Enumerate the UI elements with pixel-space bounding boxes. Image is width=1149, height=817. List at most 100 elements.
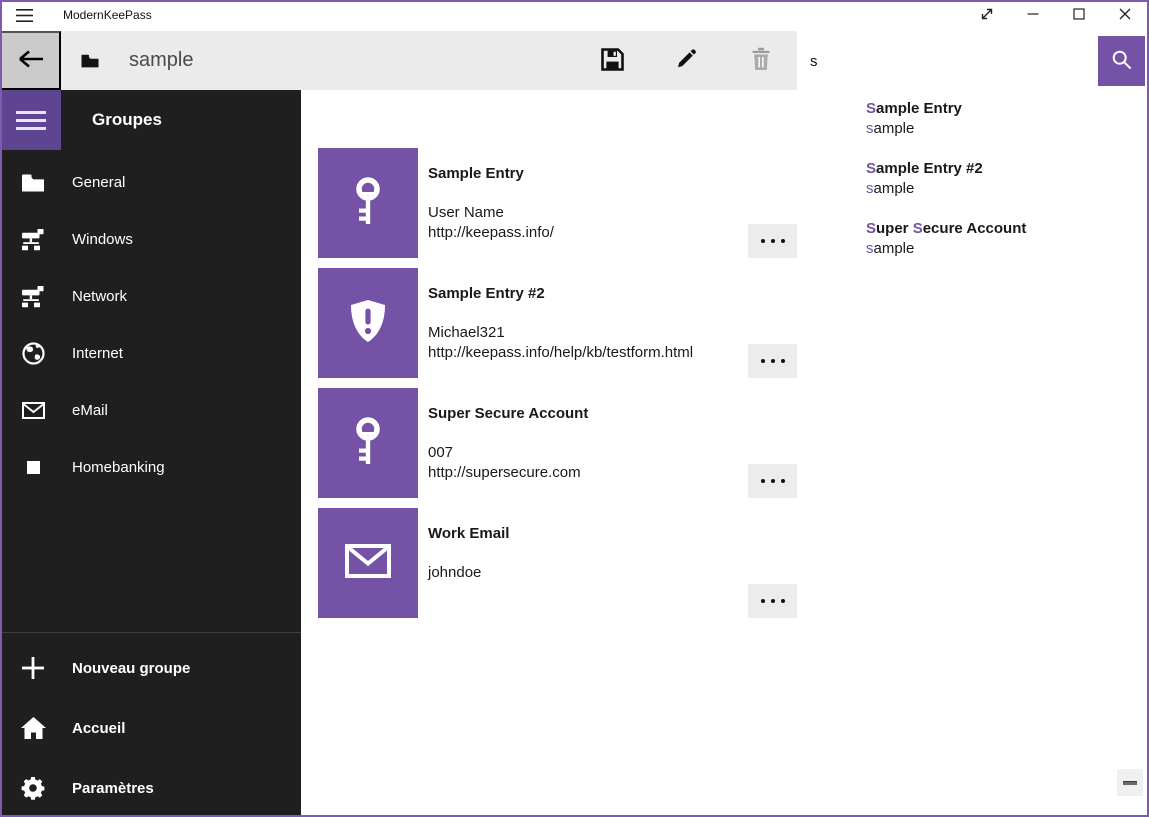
entry-username: 007 (428, 443, 581, 463)
folder-icon (20, 174, 46, 192)
entry-tile (318, 268, 418, 378)
entry-details: johndoe (428, 563, 481, 583)
entry-url: http://keepass.info/help/kb/testform.htm… (428, 343, 693, 363)
sidebar-item-windows[interactable]: Windows (0, 211, 301, 268)
sidebar-item-home[interactable]: Accueil (0, 698, 301, 758)
sidebar-item-homebanking[interactable]: Homebanking (0, 439, 301, 496)
entry-row[interactable]: Sample Entry #2 Michael321 http://keepas… (318, 268, 798, 378)
suggestion-subtitle: sample (866, 119, 1147, 139)
sidebar-item-label: General (72, 174, 125, 191)
sidebar: Groupes General Windows Network (0, 90, 301, 817)
search-suggestion[interactable]: Sample Entry sample (797, 99, 1147, 159)
sidebar-item-label: Internet (72, 345, 123, 362)
entry-title: Sample Entry (428, 165, 524, 182)
hamburger-icon (16, 111, 46, 114)
entry-url: http://supersecure.com (428, 463, 581, 483)
hamburger-menu-button[interactable] (0, 90, 61, 150)
entry-tile (318, 388, 418, 498)
more-options-button[interactable] (748, 584, 798, 618)
ellipsis-icon (761, 239, 765, 243)
more-options-button[interactable] (748, 344, 798, 378)
key-icon (353, 417, 383, 470)
globe-icon (20, 342, 46, 365)
delete-button[interactable] (736, 31, 786, 90)
entry-details: Michael321 http://keepass.info/help/kb/t… (428, 323, 693, 363)
entry-tile (318, 148, 418, 258)
sidebar-item-label: eMail (72, 402, 108, 419)
suggestion-title: Super Secure Account (866, 219, 1147, 239)
search-button[interactable] (1098, 36, 1145, 86)
fullscreen-icon (980, 7, 994, 24)
sidebar-item-label: Accueil (72, 720, 125, 737)
save-icon (601, 48, 624, 74)
gear-icon (20, 776, 46, 800)
sidebar-item-general[interactable]: General (0, 154, 301, 211)
plus-icon (20, 656, 46, 680)
save-button[interactable] (587, 31, 637, 90)
sidebar-item-label: Homebanking (72, 459, 165, 476)
search-input[interactable] (797, 36, 1097, 86)
mail-icon (345, 544, 391, 583)
back-arrow-icon (16, 47, 46, 74)
entry-row[interactable]: Super Secure Account 007 http://supersec… (318, 388, 798, 498)
entry-title: Work Email (428, 525, 509, 542)
app-title: ModernKeePass (63, 0, 152, 31)
shield-warning-icon (348, 298, 388, 349)
ellipsis-icon (761, 599, 765, 603)
entry-url: http://keepass.info/ (428, 223, 554, 243)
database-title: sample (129, 31, 193, 90)
ellipsis-icon (761, 359, 765, 363)
edit-button[interactable] (661, 31, 711, 90)
suggestion-subtitle: sample (866, 179, 1147, 199)
minimize-button[interactable] (1010, 0, 1056, 31)
suggestion-subtitle: sample (866, 239, 1147, 259)
ellipsis-icon (761, 479, 765, 483)
square-icon (20, 461, 46, 474)
sidebar-item-internet[interactable]: Internet (0, 325, 301, 382)
sidebar-item-email[interactable]: eMail (0, 382, 301, 439)
network-icon (20, 285, 46, 308)
scrollbar-decrement-button[interactable] (1117, 769, 1143, 796)
search-suggestion[interactable]: Super Secure Account sample (797, 219, 1147, 279)
sidebar-item-settings[interactable]: Paramètres (0, 758, 301, 817)
entry-username: User Name (428, 203, 554, 223)
back-button[interactable] (0, 31, 61, 90)
sidebar-item-label: Paramètres (72, 780, 154, 797)
entry-title: Super Secure Account (428, 405, 588, 422)
entry-row[interactable]: Work Email johndoe (318, 508, 798, 618)
app-window: ModernKeePass (0, 0, 1149, 817)
suggestion-title: Sample Entry (866, 99, 1147, 119)
entry-username: Michael321 (428, 323, 693, 343)
titlebar-hamburger-icon[interactable] (16, 9, 33, 22)
sidebar-item-new-group[interactable]: Nouveau groupe (0, 638, 301, 698)
maximize-button[interactable] (1056, 0, 1102, 31)
sidebar-actions: Nouveau groupe Accueil Paramètres (0, 638, 301, 817)
mail-icon (20, 402, 46, 419)
more-options-button[interactable] (748, 224, 798, 258)
search-suggestions: Sample Entry sample Sample Entry #2 samp… (797, 99, 1147, 279)
edit-icon (675, 48, 697, 73)
minus-icon (1123, 781, 1137, 785)
entry-title: Sample Entry #2 (428, 285, 545, 302)
entry-tile (318, 508, 418, 618)
minimize-icon (1027, 8, 1039, 23)
maximize-icon (1073, 8, 1085, 23)
entry-row[interactable]: Sample Entry User Name http://keepass.in… (318, 148, 798, 258)
sidebar-divider (0, 632, 301, 633)
fullscreen-button[interactable] (964, 0, 1010, 31)
entry-details: User Name http://keepass.info/ (428, 203, 554, 243)
more-options-button[interactable] (748, 464, 798, 498)
close-button[interactable] (1102, 0, 1148, 31)
trash-icon (751, 47, 771, 74)
sidebar-item-label: Network (72, 288, 127, 305)
sidebar-item-network[interactable]: Network (0, 268, 301, 325)
close-icon (1119, 8, 1131, 23)
appbar: sample (0, 31, 797, 90)
groups-header: Groupes (92, 90, 162, 150)
sidebar-item-label: Nouveau groupe (72, 660, 190, 677)
search-suggestion[interactable]: Sample Entry #2 sample (797, 159, 1147, 219)
entry-details: 007 http://supersecure.com (428, 443, 581, 483)
groups-list: General Windows Network Internet (0, 154, 301, 496)
network-icon (20, 228, 46, 251)
home-icon (20, 717, 46, 739)
